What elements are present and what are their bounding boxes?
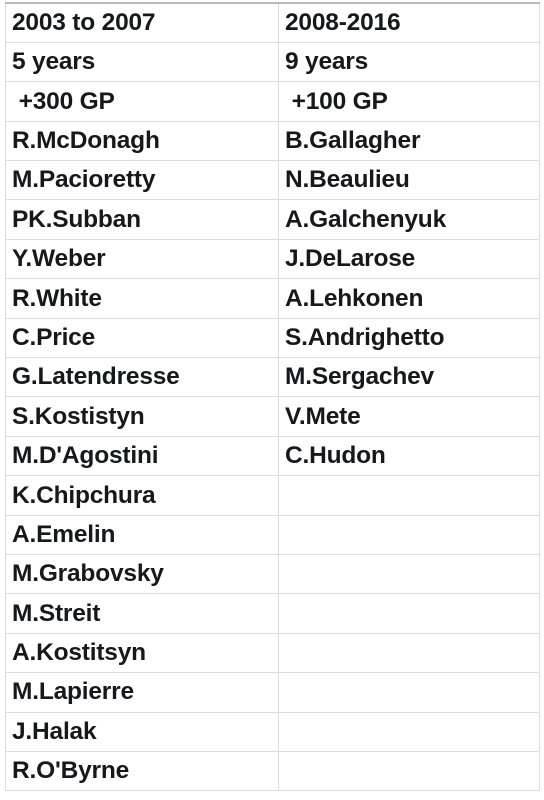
spreadsheet-table-container: 2003 to 2007 2008-2016 5 years 9 years +300… xyxy=(5,1,540,792)
table-cell[interactable]: M.Grabovsky xyxy=(5,553,279,595)
table-cell[interactable]: J.DeLarose xyxy=(278,238,540,280)
table-row: M.Lapierre xyxy=(5,672,540,713)
table-cell[interactable]: A.Galchenyuk xyxy=(278,199,540,240)
table-row: R.White A.Lehkonen xyxy=(5,278,540,319)
table-cell[interactable]: S.Kostistyn xyxy=(5,396,279,437)
table-row: S.Kostistyn V.Mete xyxy=(5,396,540,437)
table-cell[interactable]: C.Price xyxy=(5,317,279,359)
table-cell[interactable] xyxy=(278,750,540,792)
table-row: A.Kostitsyn xyxy=(5,632,540,674)
table-row: 5 years 9 years xyxy=(5,41,540,83)
table-row: K.Chipchura xyxy=(5,475,540,516)
table-row: 2003 to 2007 2008-2016 xyxy=(5,1,540,43)
table-cell[interactable]: N.Beaulieu xyxy=(278,160,540,201)
table-cell[interactable]: R.O'Byrne xyxy=(5,750,279,792)
table-body: 2003 to 2007 2008-2016 5 years 9 years +300… xyxy=(5,1,540,792)
table-cell[interactable]: R.McDonagh xyxy=(5,120,279,162)
table-cell[interactable]: M.Sergachev xyxy=(278,357,540,398)
table-row: PK.Subban A.Galchenyuk xyxy=(5,199,540,240)
table-cell[interactable]: +300 GP xyxy=(5,81,279,122)
table-cell[interactable] xyxy=(278,475,540,516)
table-cell[interactable]: M.Pacioretty xyxy=(5,160,279,201)
table-cell[interactable]: PK.Subban xyxy=(5,199,279,240)
table-cell[interactable] xyxy=(278,514,540,555)
table-row: C.Price S.Andrighetto xyxy=(5,317,540,359)
table-row: M.D'Agostini C.Hudon xyxy=(5,435,540,477)
table-row: M.Pacioretty N.Beaulieu xyxy=(5,160,540,201)
table-row: J.Halak xyxy=(5,711,540,752)
table-row: R.O'Byrne xyxy=(5,750,540,792)
table-cell[interactable]: +100 GP xyxy=(278,81,540,122)
table-row: G.Latendresse M.Sergachev xyxy=(5,357,540,398)
table-cell[interactable] xyxy=(278,553,540,595)
table-cell[interactable]: B.Gallagher xyxy=(278,120,540,162)
table-cell[interactable]: R.White xyxy=(5,278,279,319)
table-row: A.Emelin xyxy=(5,514,540,555)
table-cell[interactable]: M.Lapierre xyxy=(5,672,279,713)
table-row: +300 GP +100 GP xyxy=(5,81,540,122)
table-cell[interactable]: 5 years xyxy=(5,41,279,83)
table-cell[interactable]: C.Hudon xyxy=(278,435,540,477)
table-cell[interactable]: A.Lehkonen xyxy=(278,278,540,319)
table-cell[interactable]: A.Emelin xyxy=(5,514,279,555)
table-cell[interactable]: 9 years xyxy=(278,41,540,83)
table-header-cell[interactable]: 2003 to 2007 xyxy=(5,1,279,43)
table-cell[interactable]: Y.Weber xyxy=(5,238,279,280)
table-row: R.McDonagh B.Gallagher xyxy=(5,120,540,162)
table-cell[interactable]: M.D'Agostini xyxy=(5,435,279,477)
table-cell[interactable]: J.Halak xyxy=(5,711,279,752)
table-row: Y.Weber J.DeLarose xyxy=(5,238,540,280)
table-cell[interactable] xyxy=(278,711,540,752)
table-cell[interactable]: M.Streit xyxy=(5,593,279,634)
table-cell[interactable]: A.Kostitsyn xyxy=(5,632,279,674)
table-row: M.Streit xyxy=(5,593,540,634)
table-cell[interactable]: S.Andrighetto xyxy=(278,317,540,359)
table-cell[interactable]: V.Mete xyxy=(278,396,540,437)
table-row: M.Grabovsky xyxy=(5,553,540,595)
table-cell[interactable] xyxy=(278,593,540,634)
table-cell[interactable]: K.Chipchura xyxy=(5,475,279,516)
table-cell[interactable] xyxy=(278,632,540,674)
table-cell[interactable] xyxy=(278,672,540,713)
table-cell[interactable]: G.Latendresse xyxy=(5,357,279,398)
table-header-cell[interactable]: 2008-2016 xyxy=(278,1,540,43)
comparison-table: 2003 to 2007 2008-2016 5 years 9 years +300… xyxy=(5,1,540,792)
